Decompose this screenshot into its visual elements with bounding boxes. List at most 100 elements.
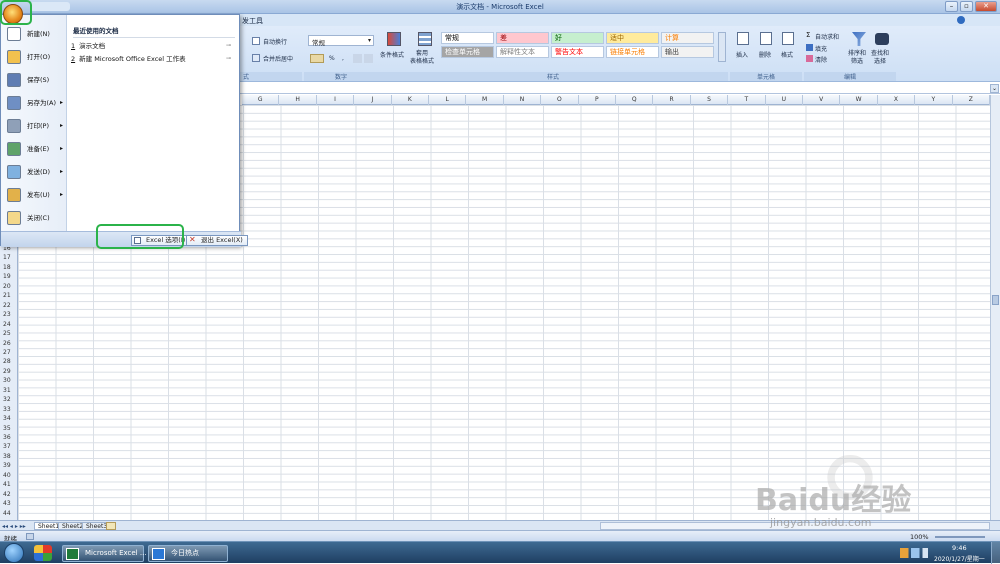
office-menu-item[interactable]: 关闭(C) xyxy=(3,207,65,229)
row-header[interactable]: 20 xyxy=(0,283,18,291)
delete-cells-button[interactable]: 删除 xyxy=(757,30,775,66)
column-header[interactable]: J xyxy=(354,95,392,105)
row-header[interactable]: 31 xyxy=(0,387,18,395)
comma-button[interactable]: , xyxy=(342,55,344,62)
merge-center-button[interactable]: 合并后居中 xyxy=(252,53,306,63)
format-cells-button[interactable]: 格式 xyxy=(779,30,797,66)
cell-style-swatch[interactable]: 链接单元格 xyxy=(606,46,659,58)
percent-button[interactable]: % xyxy=(329,55,335,62)
decrease-decimal-icon[interactable] xyxy=(364,54,373,63)
pin-icon[interactable]: ⊸ xyxy=(226,40,231,52)
row-header[interactable]: 26 xyxy=(0,340,18,348)
fill-button[interactable]: 填充 xyxy=(806,43,846,53)
row-header[interactable]: 36 xyxy=(0,434,18,442)
office-menu-item[interactable]: 发送(D) ▸ xyxy=(3,161,65,183)
row-header[interactable]: 43 xyxy=(0,500,18,508)
recent-document[interactable]: 2 新建 Microsoft Office Excel 工作表 ⊸ xyxy=(71,53,235,65)
help-icon[interactable] xyxy=(957,16,965,24)
sort-filter-button[interactable]: 排序和 筛选 xyxy=(848,30,870,68)
clock-time[interactable]: 9:46 xyxy=(952,544,967,552)
column-header[interactable]: V xyxy=(803,95,841,105)
recent-document[interactable]: 1 演示文档 ⊸ xyxy=(71,40,235,52)
row-header[interactable]: 17 xyxy=(0,254,18,262)
cell-style-swatch[interactable]: 差 xyxy=(496,32,549,44)
column-header[interactable]: K xyxy=(392,95,429,105)
row-header[interactable]: 19 xyxy=(0,273,18,281)
autosum-button[interactable]: Σ 自动求和 xyxy=(806,31,850,41)
column-header[interactable]: W xyxy=(840,95,878,105)
start-button[interactable] xyxy=(4,543,24,563)
expand-formula-icon[interactable]: ⌄ xyxy=(990,84,999,93)
maximize-button[interactable]: ▫ xyxy=(960,1,973,12)
column-header[interactable]: U xyxy=(766,95,803,105)
column-header[interactable]: P xyxy=(579,95,616,105)
row-header[interactable]: 23 xyxy=(0,311,18,319)
cell-style-swatch[interactable]: 适中 xyxy=(606,32,659,44)
column-header[interactable]: Y xyxy=(915,95,953,105)
column-header[interactable]: I xyxy=(317,95,355,105)
office-menu-item[interactable]: 打开(O) xyxy=(3,46,65,68)
row-header[interactable]: 33 xyxy=(0,406,18,414)
office-menu-item[interactable]: 保存(S) xyxy=(3,69,65,91)
insert-sheet-icon[interactable] xyxy=(106,522,116,530)
pin-icon[interactable]: ⊸ xyxy=(226,53,231,65)
wrap-text-button[interactable]: 自动换行 xyxy=(252,36,306,46)
row-header[interactable]: 27 xyxy=(0,349,18,357)
column-header[interactable]: G xyxy=(242,95,280,105)
cell-style-swatch[interactable]: 常规 xyxy=(441,32,494,44)
row-header[interactable]: 28 xyxy=(0,358,18,366)
cell-style-swatch[interactable]: 好 xyxy=(551,32,604,44)
row-header[interactable]: 21 xyxy=(0,292,18,300)
show-desktop-button[interactable] xyxy=(991,542,1000,564)
column-header[interactable]: R xyxy=(653,95,691,105)
pinned-app-icon[interactable] xyxy=(34,545,52,561)
row-header[interactable]: 42 xyxy=(0,491,18,499)
column-header[interactable]: S xyxy=(691,95,729,105)
macro-record-icon[interactable] xyxy=(26,533,34,540)
vertical-scrollbar[interactable] xyxy=(990,95,1000,520)
minimize-button[interactable]: – xyxy=(945,1,958,12)
column-header[interactable]: H xyxy=(279,95,317,105)
sheet-nav-first-icon[interactable]: ◂◂ ◂ ▸ ▸▸ xyxy=(2,523,26,530)
cell-style-swatch[interactable]: 检查单元格 xyxy=(441,46,494,58)
cell-style-swatch[interactable]: 输出 xyxy=(661,46,714,58)
zoom-slider[interactable] xyxy=(935,536,985,538)
column-header[interactable]: X xyxy=(878,95,916,105)
cell-style-swatch[interactable]: 计算 xyxy=(661,32,714,44)
row-header[interactable]: 40 xyxy=(0,472,18,480)
column-header[interactable]: Z xyxy=(953,95,990,105)
row-header[interactable]: 41 xyxy=(0,481,18,489)
currency-button[interactable] xyxy=(310,54,324,63)
scroll-thumb[interactable] xyxy=(992,295,999,305)
number-format-select[interactable]: 常规 ▾ xyxy=(308,35,374,47)
row-header[interactable]: 37 xyxy=(0,443,18,451)
row-header[interactable]: 30 xyxy=(0,377,18,385)
zoom-level[interactable]: 100% xyxy=(910,533,929,541)
format-as-table-button[interactable]: 套用 表格格式 xyxy=(410,30,440,68)
row-header[interactable]: 29 xyxy=(0,368,18,376)
clear-button[interactable]: 清除 xyxy=(806,54,846,64)
row-header[interactable]: 18 xyxy=(0,264,18,272)
column-header[interactable]: O xyxy=(541,95,579,105)
column-header[interactable]: Q xyxy=(616,95,654,105)
row-header[interactable]: 24 xyxy=(0,321,18,329)
row-header[interactable]: 39 xyxy=(0,462,18,470)
cell-style-swatch[interactable]: 警告文本 xyxy=(551,46,604,58)
tab-developer[interactable]: 发工具 xyxy=(242,16,263,26)
office-menu-item[interactable]: 准备(E) ▸ xyxy=(3,138,65,160)
close-button[interactable]: ✕ xyxy=(975,1,997,12)
office-menu-item[interactable]: 另存为(A) ▸ xyxy=(3,92,65,114)
row-header[interactable]: 34 xyxy=(0,415,18,423)
find-select-button[interactable]: 查找和 选择 xyxy=(871,30,893,68)
clock-date[interactable]: 2020/1/27/星期一 xyxy=(934,554,985,563)
conditional-format-button[interactable]: 条件格式 xyxy=(380,30,408,68)
office-menu-item[interactable]: 新建(N) xyxy=(3,23,65,45)
row-header[interactable]: 44 xyxy=(0,510,18,518)
row-header[interactable]: 32 xyxy=(0,396,18,404)
row-header[interactable]: 22 xyxy=(0,302,18,310)
column-header[interactable]: M xyxy=(466,95,504,105)
office-menu-item[interactable]: 发布(U) ▸ xyxy=(3,184,65,206)
formula-bar[interactable] xyxy=(240,83,1000,94)
insert-cells-button[interactable]: 插入 xyxy=(734,30,752,66)
column-header[interactable]: N xyxy=(504,95,542,105)
